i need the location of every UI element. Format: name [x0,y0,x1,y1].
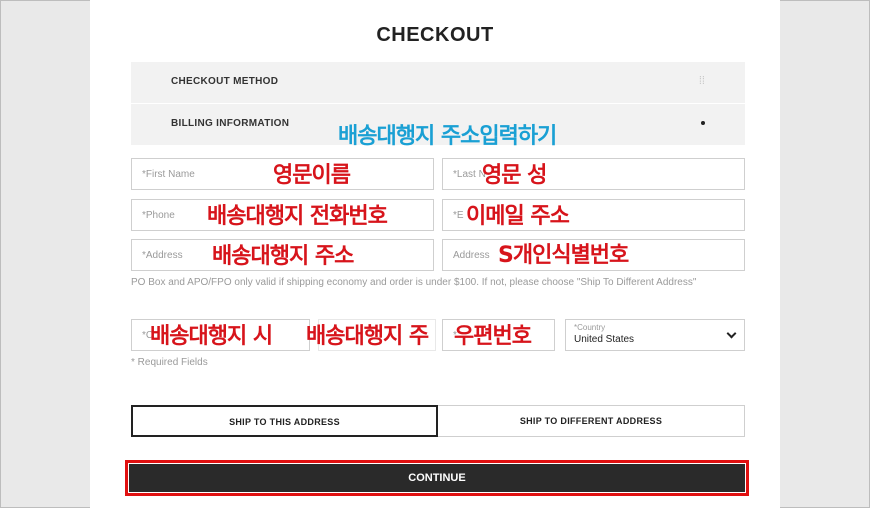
billing-information-label: BILLING INFORMATION [171,118,290,129]
expand-toggle-icon[interactable]: ⁞⁞ [699,75,705,87]
address-placeholder: *Address [142,250,183,261]
phone-placeholder: *Phone [142,210,175,221]
chevron-down-icon[interactable] [726,328,737,339]
page-title: CHECKOUT [376,24,494,46]
address-annotation: 배송대행지 주소 [212,244,354,269]
city-annotation: 배송대행지 시 [150,324,273,349]
continue-button[interactable]: CONTINUE [129,464,745,492]
country-value: United States [574,334,635,345]
email-annotation: 이메일 주소 [466,204,570,229]
country-label: *Country [574,323,606,332]
active-dot-icon [701,121,705,125]
country-select[interactable]: *Country United States [565,319,745,351]
ship-to-this-address-button[interactable]: SHIP TO THIS ADDRESS [131,405,438,437]
first-name-annotation: 영문이름 [273,163,351,188]
checkout-method-label: CHECKOUT METHOD [171,76,279,87]
address2-placeholder: Address [453,250,490,261]
last-name-placeholder: *Last N [453,169,486,180]
email-placeholder: *E [453,210,464,221]
first-name-placeholder: *First Name [142,169,195,180]
phone-annotation: 배송대행지 전화번호 [207,204,388,229]
ship-to-different-address-button[interactable]: SHIP TO DIFFERENT ADDRESS [438,405,745,437]
zip-annotation: 우편번호 [454,324,532,349]
po-box-note: PO Box and APO/FPO only valid if shippin… [131,277,697,288]
address2-annotation: S개인식별번호 [498,243,629,268]
state-annotation: 배송대행지 주 [306,324,429,349]
last-name-annotation: 영문 성 [482,163,547,188]
billing-annotation: 배송대행지 주소입력하기 [338,124,557,149]
required-fields-note: * Required Fields [131,357,208,368]
checkout-method-section[interactable]: CHECKOUT METHOD ⁞⁞ [131,62,745,103]
